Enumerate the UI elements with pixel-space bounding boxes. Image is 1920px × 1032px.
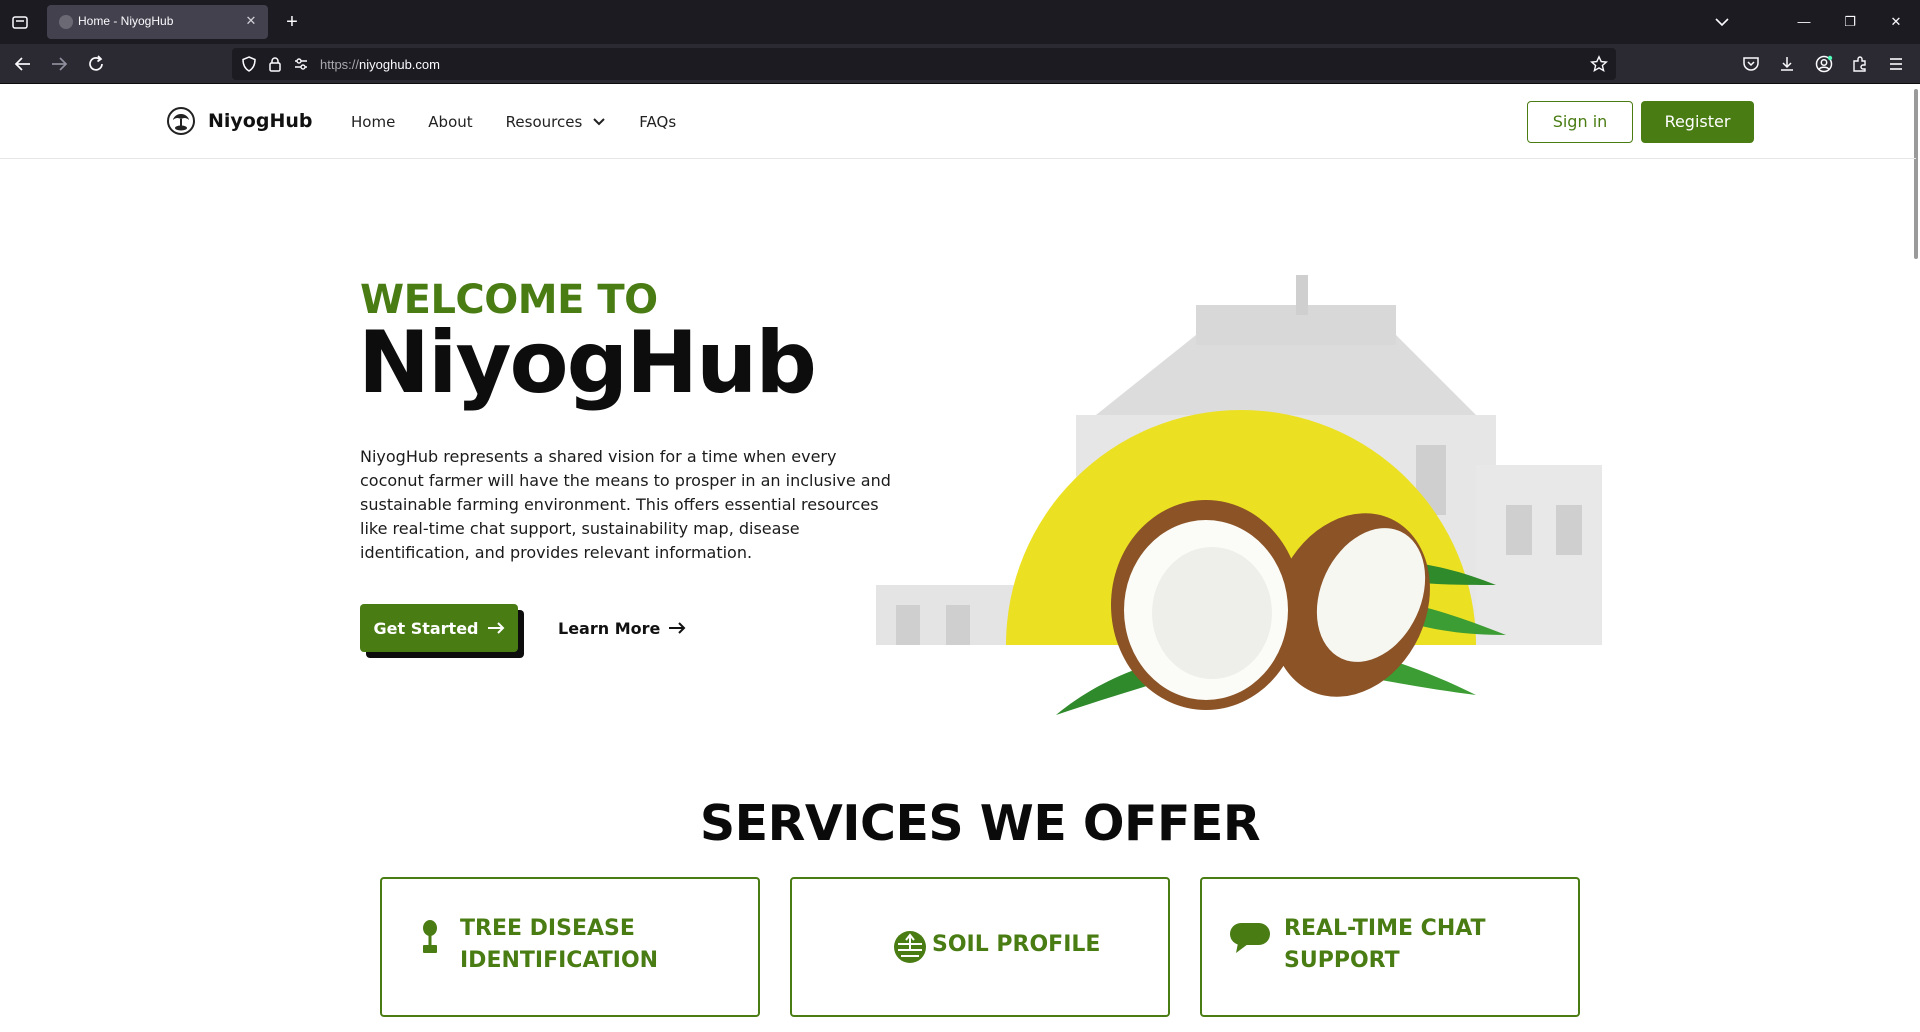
service-card-label: TREE DISEASE IDENTIFICATION	[460, 913, 658, 977]
nav-item-resources[interactable]: Resources	[506, 113, 607, 131]
sign-in-button[interactable]: Sign in	[1527, 101, 1633, 143]
learn-more-label: Learn More	[558, 618, 661, 638]
forward-arrow-icon[interactable]	[48, 53, 70, 75]
main-menu: Home About Resources FAQs	[351, 113, 709, 131]
site-header: NiyogHub Home About Resources FAQs Sign …	[0, 85, 1916, 159]
url-text[interactable]: https://niyoghub.com	[320, 57, 440, 72]
menu-icon[interactable]	[1886, 54, 1906, 74]
pocket-icon[interactable]	[1741, 54, 1761, 74]
restore-window-button[interactable]: ❐	[1840, 12, 1860, 32]
page-viewport: NiyogHub Home About Resources FAQs Sign …	[0, 85, 1920, 1032]
hero-title: NiyogHub	[358, 313, 817, 413]
chat-icon	[1230, 923, 1270, 953]
browser-tab-bar: Home - NiyogHub ✕ + — ❐ ✕	[0, 0, 1920, 44]
close-tab-icon[interactable]: ✕	[242, 12, 260, 30]
favicon-icon	[59, 15, 73, 29]
back-arrow-icon[interactable]	[12, 53, 34, 75]
minimize-window-button[interactable]: —	[1794, 12, 1814, 32]
new-tab-button[interactable]: +	[280, 10, 304, 34]
arrow-right-icon	[487, 622, 504, 634]
url-host: niyoghub.com	[359, 57, 440, 72]
tree-icon	[423, 920, 437, 953]
nav-item-home[interactable]: Home	[351, 113, 395, 131]
service-card-line1: SOIL PROFILE	[932, 932, 1101, 957]
extensions-icon[interactable]	[1850, 54, 1870, 74]
hero-description: NiyogHub represents a shared vision for …	[360, 447, 891, 562]
chevron-down-icon[interactable]	[1712, 12, 1732, 32]
learn-more-link[interactable]: Learn More	[558, 615, 686, 641]
chevron-down-icon	[593, 118, 605, 126]
tab-title: Home - NiyogHub	[78, 14, 174, 28]
service-card-line2: IDENTIFICATION	[460, 948, 659, 973]
bookmark-star-icon[interactable]	[1590, 55, 1608, 73]
service-card-line1: TREE DISEASE	[460, 916, 635, 941]
service-card-tree-disease[interactable]: TREE DISEASE IDENTIFICATION	[380, 877, 760, 1017]
downloads-icon[interactable]	[1777, 54, 1797, 74]
service-card-line1: REAL-TIME CHAT	[1284, 916, 1486, 941]
service-card-label: SOIL PROFILE	[932, 929, 1100, 961]
hero-illustration	[876, 275, 1602, 725]
close-window-button[interactable]: ✕	[1886, 12, 1906, 32]
services-title: SERVICES WE OFFER	[699, 795, 1261, 852]
browser-tab-active[interactable]: Home - NiyogHub ✕	[47, 5, 268, 39]
lock-icon[interactable]	[266, 55, 284, 73]
register-button[interactable]: Register	[1641, 101, 1754, 143]
nav-item-faqs[interactable]: FAQs	[639, 113, 676, 131]
url-protocol: https://	[320, 57, 360, 72]
account-icon[interactable]	[1814, 54, 1834, 74]
brand-name: NiyogHub	[208, 110, 313, 132]
nav-item-about[interactable]: About	[428, 113, 472, 131]
shield-icon[interactable]	[240, 55, 258, 73]
logo-icon	[167, 107, 195, 135]
service-card-chat-support[interactable]: REAL-TIME CHAT SUPPORT	[1200, 877, 1580, 1017]
soil-icon	[894, 931, 926, 963]
address-bar[interactable]: https://niyoghub.com	[232, 48, 1616, 80]
get-started-label: Get Started	[373, 618, 479, 638]
permissions-icon[interactable]	[292, 55, 310, 73]
nav-item-resources-label: Resources	[505, 113, 583, 131]
browser-toolbar: https://niyoghub.com	[0, 44, 1920, 84]
tab-overview-icon[interactable]	[10, 12, 30, 32]
arrow-right-icon	[669, 622, 686, 634]
service-card-line2: SUPPORT	[1284, 948, 1400, 973]
brand[interactable]: NiyogHub	[166, 106, 312, 136]
get-started-button[interactable]: Get Started	[360, 604, 518, 652]
service-card-label: REAL-TIME CHAT SUPPORT	[1284, 913, 1486, 977]
reload-icon[interactable]	[85, 53, 107, 75]
service-card-soil-profile[interactable]: SOIL PROFILE	[790, 877, 1170, 1017]
